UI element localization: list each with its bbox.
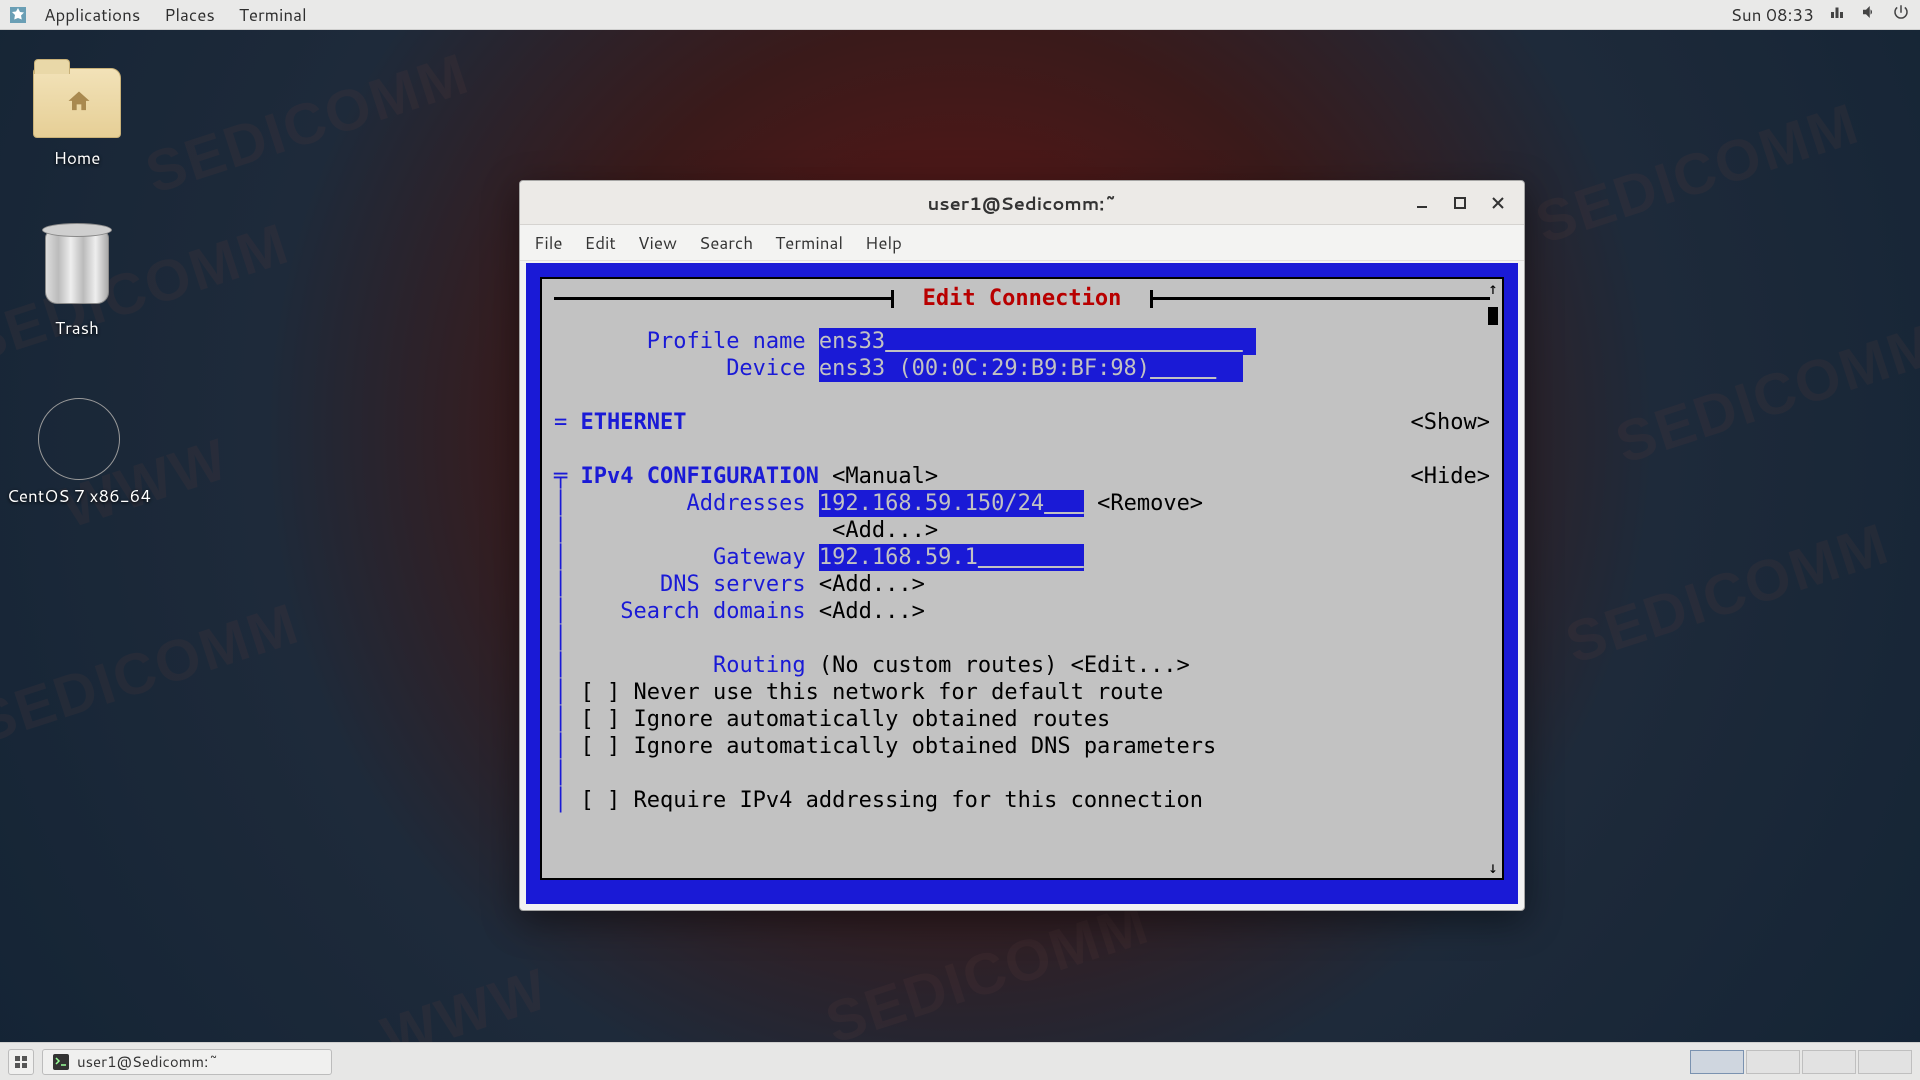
scroll-thumb[interactable] [1488, 307, 1498, 325]
field-gateway[interactable]: 192.168.59.1 [819, 544, 1084, 571]
nmtui-dialog: Edit Connection ↑ ↓ Profile name ens33 [540, 277, 1504, 880]
top-panel: Applications Places Terminal Sun 08:33 [0, 0, 1920, 30]
cb-require-ipv4[interactable]: [ ] Require IPv4 addressing for this con… [581, 787, 1204, 814]
desktop-icon-trash[interactable]: Trash [12, 230, 142, 340]
desktop-icon-home[interactable]: Home [12, 60, 142, 170]
routing-value: (No custom routes) [819, 652, 1057, 679]
nmtui-title: Edit Connection [899, 285, 1144, 312]
terminal-menu[interactable]: Terminal [227, 3, 319, 27]
label-addresses: Addresses [686, 490, 805, 517]
menu-help[interactable]: Help [865, 231, 902, 255]
menu-search[interactable]: Search [699, 231, 753, 255]
ethernet-show-button[interactable]: <Show> [1411, 409, 1490, 436]
ipv4-mode-select[interactable]: <Manual> [832, 463, 938, 490]
clock: Sun 08:33 [1731, 3, 1814, 27]
show-desktop-icon [14, 1055, 28, 1069]
system-tray: Sun 08:33 [1731, 3, 1910, 27]
section-ipv4: IPv4 CONFIGURATION [581, 463, 819, 490]
ethernet-marker: = [554, 409, 567, 436]
workspace-1[interactable] [1690, 1050, 1744, 1074]
applications-menu[interactable]: Applications [32, 3, 152, 27]
scroll-down-icon[interactable]: ↓ [1486, 860, 1500, 876]
label-profile-name: Profile name [647, 328, 806, 355]
address-remove-button[interactable]: <Remove> [1097, 490, 1203, 517]
show-desktop-button[interactable] [8, 1049, 34, 1075]
ipv4-hide-button[interactable]: <Hide> [1411, 463, 1490, 490]
network-icon[interactable] [1828, 3, 1846, 27]
taskbar-item-label: user1@Sedicomm:~ [77, 1051, 219, 1072]
address-add-button[interactable]: <Add...> [832, 517, 938, 544]
desktop-icon-label: Home [12, 146, 142, 170]
distro-logo-icon [10, 7, 26, 23]
volume-icon[interactable] [1860, 3, 1878, 27]
scroll-up-icon[interactable]: ↑ [1486, 281, 1500, 297]
terminal-menubar: File Edit View Search Terminal Help [520, 225, 1524, 261]
taskbar-item-terminal[interactable]: user1@Sedicomm:~ [42, 1049, 332, 1075]
window-title: user1@Sedicomm:~ [927, 190, 1116, 216]
workspace-2[interactable] [1746, 1050, 1800, 1074]
menu-terminal[interactable]: Terminal [775, 231, 843, 255]
label-routing: Routing [713, 652, 806, 679]
label-dns-servers: DNS servers [660, 571, 806, 598]
close-button[interactable] [1480, 187, 1516, 219]
power-icon[interactable] [1892, 3, 1910, 27]
desktop-icon-disc[interactable]: CentOS 7 x86_64 [4, 398, 154, 508]
workspace-4[interactable] [1858, 1050, 1912, 1074]
menu-view[interactable]: View [638, 231, 677, 255]
ipv4-marker: ╤ [554, 463, 567, 490]
places-menu[interactable]: Places [152, 3, 227, 27]
tui-scrollbar[interactable]: ↑ ↓ [1486, 281, 1500, 876]
section-ethernet: ETHERNET [581, 409, 687, 436]
workspace-3[interactable] [1802, 1050, 1856, 1074]
field-profile-name[interactable]: ens33 [819, 328, 1256, 355]
workspace-switcher[interactable] [1690, 1050, 1912, 1074]
label-gateway: Gateway [713, 544, 806, 571]
maximize-button[interactable] [1442, 187, 1478, 219]
field-address-0[interactable]: 192.168.59.150/24 [819, 490, 1084, 517]
terminal-window: user1@Sedicomm:~ File Edit View Search T… [519, 180, 1525, 911]
desktop-icon-label: CentOS 7 x86_64 [4, 484, 154, 508]
label-search-domains: Search domains [620, 598, 805, 625]
label-device: Device [726, 355, 805, 382]
desktop-icon-label: Trash [12, 316, 142, 340]
cb-never-default-route[interactable]: [ ] Never use this network for default r… [581, 679, 1164, 706]
terminal-icon [53, 1054, 69, 1070]
window-titlebar[interactable]: user1@Sedicomm:~ [520, 181, 1524, 225]
home-icon [65, 88, 93, 116]
search-domains-add-button[interactable]: <Add...> [819, 598, 925, 625]
routing-edit-button[interactable]: <Edit...> [1071, 652, 1190, 679]
menu-file[interactable]: File [534, 231, 563, 255]
minimize-button[interactable] [1404, 187, 1440, 219]
menu-edit[interactable]: Edit [585, 231, 616, 255]
cb-ignore-auto-routes[interactable]: [ ] Ignore automatically obtained routes [581, 706, 1111, 733]
field-device[interactable]: ens33 (00:0C:29:B9:BF:98) [819, 355, 1243, 382]
dns-add-button[interactable]: <Add...> [819, 571, 925, 598]
cb-ignore-auto-dns[interactable]: [ ] Ignore automatically obtained DNS pa… [581, 733, 1217, 760]
terminal-viewport[interactable]: Edit Connection ↑ ↓ Profile name ens33 [526, 263, 1518, 904]
bottom-panel: user1@Sedicomm:~ [0, 1042, 1920, 1080]
